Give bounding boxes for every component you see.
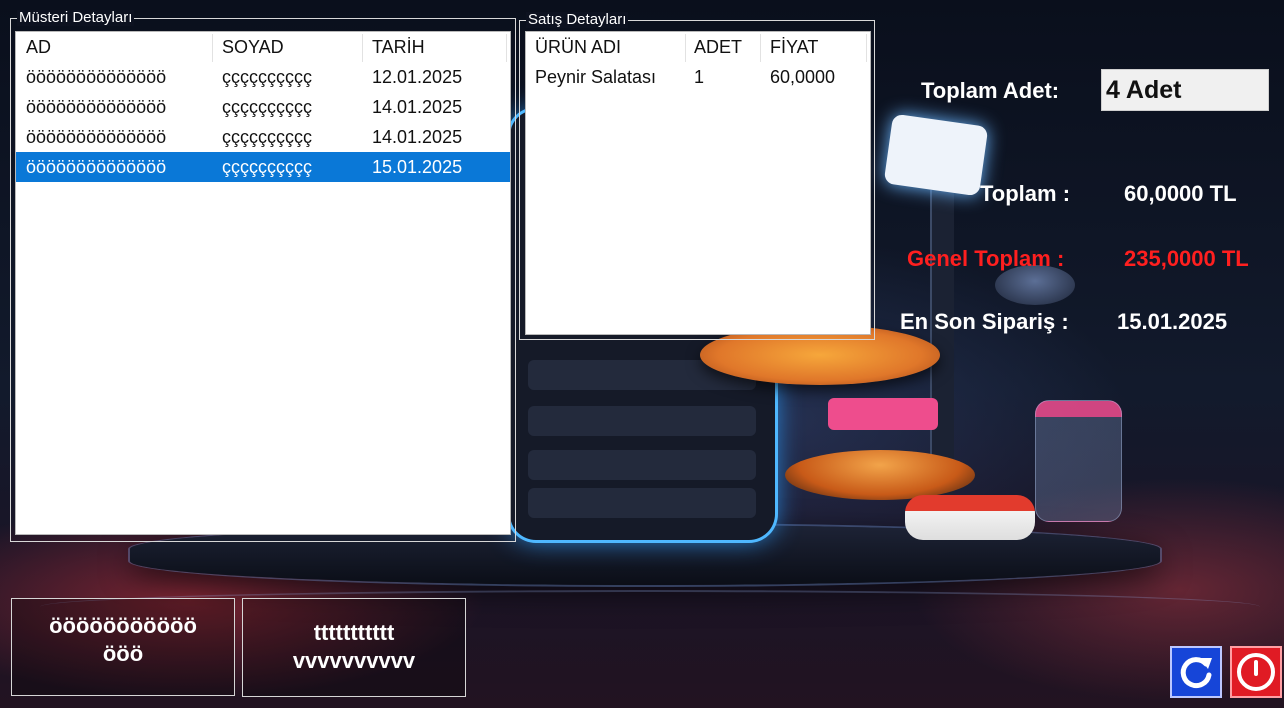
genel-toplam-value: 235,0000 TL <box>1124 246 1249 271</box>
sales-group-title: Satış Detayları <box>526 11 629 28</box>
refresh-icon <box>1180 657 1212 689</box>
cell-soyad: çççççççççç <box>222 67 312 87</box>
column-separator <box>685 34 686 62</box>
table-row-selected[interactable]: öööööööööööööö çççççççççç 15.01.2025 <box>16 152 510 182</box>
sales-list-header: ÜRÜN ADI ADET FİYAT <box>526 32 870 62</box>
bg-phone-row <box>528 488 756 518</box>
left-action-button[interactable]: ööööööööööö ööö <box>11 598 235 696</box>
table-row[interactable]: öööööööööööööö çççççççççç 14.01.2025 <box>16 92 510 122</box>
table-row[interactable]: Peynir Salatası 1 60,0000 <box>526 62 870 92</box>
bg-phone-row <box>528 450 756 480</box>
customers-group-title: Müsteri Detayları <box>17 9 135 26</box>
bg-sushi <box>905 495 1035 540</box>
cell-soyad: çççççççççç <box>222 127 312 147</box>
column-header-ad[interactable]: AD <box>26 37 51 58</box>
cell-tarih: 12.01.2025 <box>372 67 463 87</box>
genel-toplam-label: Genel Toplam : <box>907 246 1065 271</box>
right-button-line1: ttttttttttt <box>313 620 395 645</box>
column-separator <box>212 34 213 62</box>
right-action-button[interactable]: ttttttttttt vvvvvvvvvv <box>242 598 466 697</box>
bg-phone-row <box>528 406 756 436</box>
table-row[interactable]: öööööööööööööö çççççççççç 14.01.2025 <box>16 122 510 152</box>
refresh-button[interactable] <box>1170 646 1222 698</box>
bg-pink-card <box>828 398 938 430</box>
cell-tarih: 14.01.2025 <box>372 127 463 147</box>
column-header-soyad[interactable]: SOYAD <box>222 37 284 58</box>
son-siparis-label: En Son Sipariş : <box>900 309 1069 334</box>
column-separator <box>362 34 363 62</box>
bg-floating-card <box>883 113 989 197</box>
cell-ad: öööööööööööööö <box>26 97 167 117</box>
bg-noodle-bowl <box>785 450 975 500</box>
right-button-line2: vvvvvvvvvv <box>292 648 416 673</box>
bg-bottle <box>1035 400 1122 522</box>
column-header-tarih[interactable]: TARİH <box>372 37 425 58</box>
column-header-fiyat[interactable]: FİYAT <box>770 37 818 58</box>
column-header-urun-adi[interactable]: ÜRÜN ADI <box>535 37 621 58</box>
power-button[interactable] <box>1230 646 1282 698</box>
cell-ad: öööööööööööööö <box>26 67 167 87</box>
customers-list-header: AD SOYAD TARİH <box>16 32 510 62</box>
cell-ad: öööööööööööööö <box>26 157 167 177</box>
toplam-adet-field[interactable]: 4 Adet <box>1101 69 1269 111</box>
customers-listview[interactable]: AD SOYAD TARİH öööööööööööööö çççççççççç… <box>15 31 511 535</box>
column-header-adet[interactable]: ADET <box>694 37 742 58</box>
power-icon <box>1237 653 1275 691</box>
toplam-value: 60,0000 TL <box>1124 181 1237 206</box>
sales-listview[interactable]: ÜRÜN ADI ADET FİYAT Peynir Salatası 1 60… <box>525 31 871 335</box>
left-button-line1: ööööööööööö <box>49 613 197 638</box>
left-button-line2: ööö <box>102 641 144 666</box>
table-row[interactable]: öööööööööööööö çççççççççç 12.01.2025 <box>16 62 510 92</box>
column-separator <box>866 34 867 62</box>
cell-urun-adi: Peynir Salatası <box>535 67 657 87</box>
toplam-adet-label: Toplam Adet: <box>921 78 1060 103</box>
cell-ad: öööööööööööööö <box>26 127 167 147</box>
column-separator <box>506 34 507 62</box>
cell-adet: 1 <box>694 67 705 87</box>
cell-tarih: 15.01.2025 <box>372 157 463 177</box>
column-separator <box>760 34 761 62</box>
cell-soyad: çççççççççç <box>222 157 312 177</box>
cell-fiyat: 60,0000 <box>770 67 836 87</box>
toplam-label: Toplam : <box>980 181 1071 206</box>
son-siparis-value: 15.01.2025 <box>1117 309 1228 334</box>
cell-tarih: 14.01.2025 <box>372 97 463 117</box>
cell-soyad: çççççççççç <box>222 97 312 117</box>
